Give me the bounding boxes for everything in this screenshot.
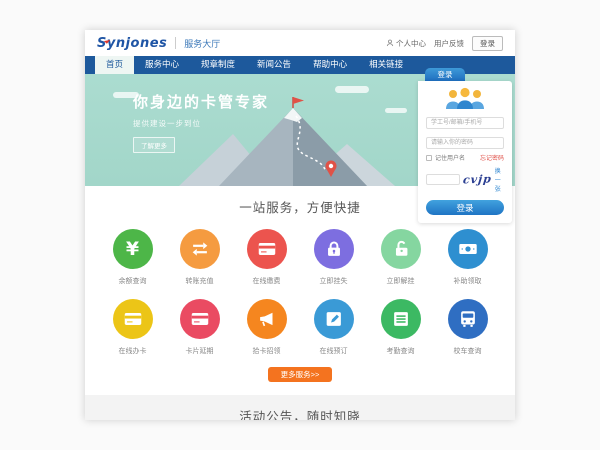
header-right: 个人中心 用户反馈 登录 <box>386 36 503 51</box>
cloud-icon <box>335 86 369 93</box>
hero-title: 你身边的卡管专家 <box>133 91 269 112</box>
service-label: 校车查询 <box>454 346 482 356</box>
hero-subtitle: 提供建设一步到位 <box>133 118 269 129</box>
remember-label: 记住用户名 <box>435 153 465 162</box>
service-label: 转账充值 <box>186 276 214 286</box>
personal-center-link[interactable]: 个人中心 <box>386 38 426 49</box>
service-bus-inquiry[interactable]: 校车查询 <box>434 299 501 356</box>
bus-icon <box>448 299 488 339</box>
service-online-payment[interactable]: 在线缴费 <box>233 229 300 286</box>
service-label: 立即解挂 <box>387 276 415 286</box>
banknote-icon <box>448 229 488 269</box>
megaphone-icon <box>247 299 287 339</box>
service-balance-inquiry[interactable]: ¥ 余额查询 <box>99 229 166 286</box>
service-attendance-inquiry[interactable]: 考勤查询 <box>367 299 434 356</box>
announcements-title: 活动公告，随时知晓 <box>85 406 515 420</box>
nav-item-service-center[interactable]: 服务中心 <box>134 56 190 74</box>
edit-icon <box>314 299 354 339</box>
captcha-image[interactable]: cvjp <box>462 173 492 187</box>
hero-cta-button[interactable]: 了解更多 <box>133 137 175 153</box>
service-subsidy-collection[interactable]: 补助领取 <box>434 229 501 286</box>
service-label: 在线缴费 <box>253 276 281 286</box>
password-input[interactable] <box>426 137 504 149</box>
username-input[interactable] <box>426 117 504 129</box>
forgot-password-link[interactable]: 忘记密码 <box>480 153 504 162</box>
service-transfer-recharge[interactable]: 转账充值 <box>166 229 233 286</box>
service-label: 在线预订 <box>320 346 348 356</box>
login-panel: 登录 记住用户名 忘记密码 cvjp 换一张 登录 <box>418 68 512 223</box>
service-label: 立即挂失 <box>320 276 348 286</box>
portal-name: 服务大厅 <box>184 37 220 50</box>
feedback-label: 用户反馈 <box>434 38 464 49</box>
lock-icon <box>314 229 354 269</box>
service-label: 余额查询 <box>119 276 147 286</box>
nav-item-home[interactable]: 首页 <box>95 56 134 74</box>
list-icon <box>381 299 421 339</box>
login-form: 记住用户名 忘记密码 cvjp 换一张 登录 <box>418 81 512 223</box>
service-label: 卡片延期 <box>186 346 214 356</box>
service-label: 考勤查询 <box>387 346 415 356</box>
yen-icon: ¥ <box>113 229 153 269</box>
login-tab[interactable]: 登录 <box>425 68 465 81</box>
announcements-section: 活动公告，随时知晓 使用指南最新公告更多>>使用指南更多>> <box>85 395 515 420</box>
service-report-loss[interactable]: 立即挂失 <box>300 229 367 286</box>
site-header: Synjones 服务大厅 个人中心 用户反馈 登录 <box>85 30 515 56</box>
remember-row: 记住用户名 忘记密码 <box>426 153 504 162</box>
personal-center-label: 个人中心 <box>396 38 426 49</box>
service-lost-card-claim[interactable]: 拾卡招领 <box>233 299 300 356</box>
nav-item-news[interactable]: 新闻公告 <box>246 56 302 74</box>
header-login-button[interactable]: 登录 <box>472 36 503 51</box>
service-label: 在线办卡 <box>119 346 147 356</box>
users-group-icon <box>426 87 504 109</box>
service-label: 拾卡招领 <box>253 346 281 356</box>
transfer-icon <box>180 229 220 269</box>
services-grid: ¥ 余额查询 转账充值 在线缴费 立即挂失 立即解挂 补助领取在线办卡 卡片延期 拾卡招领 在线预… <box>99 229 501 356</box>
more-services-button[interactable]: 更多服务>> <box>268 367 332 382</box>
card-icon <box>180 299 220 339</box>
service-online-card-apply[interactable]: 在线办卡 <box>99 299 166 356</box>
hero-text: 你身边的卡管专家 提供建设一步到位 了解更多 <box>133 91 269 153</box>
login-submit-button[interactable]: 登录 <box>426 200 504 215</box>
remember-checkbox[interactable] <box>426 155 432 161</box>
header-divider <box>175 37 176 49</box>
unlock-icon <box>381 229 421 269</box>
service-online-booking[interactable]: 在线预订 <box>300 299 367 356</box>
nav-item-help-center[interactable]: 帮助中心 <box>302 56 358 74</box>
service-unfreeze-card[interactable]: 立即解挂 <box>367 229 434 286</box>
captcha-input[interactable] <box>426 174 460 185</box>
synjones-logo[interactable]: Synjones <box>97 36 167 51</box>
nav-item-regulations[interactable]: 规章制度 <box>190 56 246 74</box>
card-icon <box>113 299 153 339</box>
person-icon <box>386 39 394 47</box>
card-icon <box>247 229 287 269</box>
service-label: 补助领取 <box>454 276 482 286</box>
captcha-refresh-link[interactable]: 换一张 <box>495 166 504 193</box>
service-card-renewal[interactable]: 卡片延期 <box>166 299 233 356</box>
nav-item-links[interactable]: 相关链接 <box>358 56 414 74</box>
captcha-row: cvjp 换一张 <box>426 166 504 193</box>
feedback-link[interactable]: 用户反馈 <box>434 38 464 49</box>
page-container: Synjones 服务大厅 个人中心 用户反馈 登录 首页服务中心规章制度新闻公… <box>85 30 515 420</box>
